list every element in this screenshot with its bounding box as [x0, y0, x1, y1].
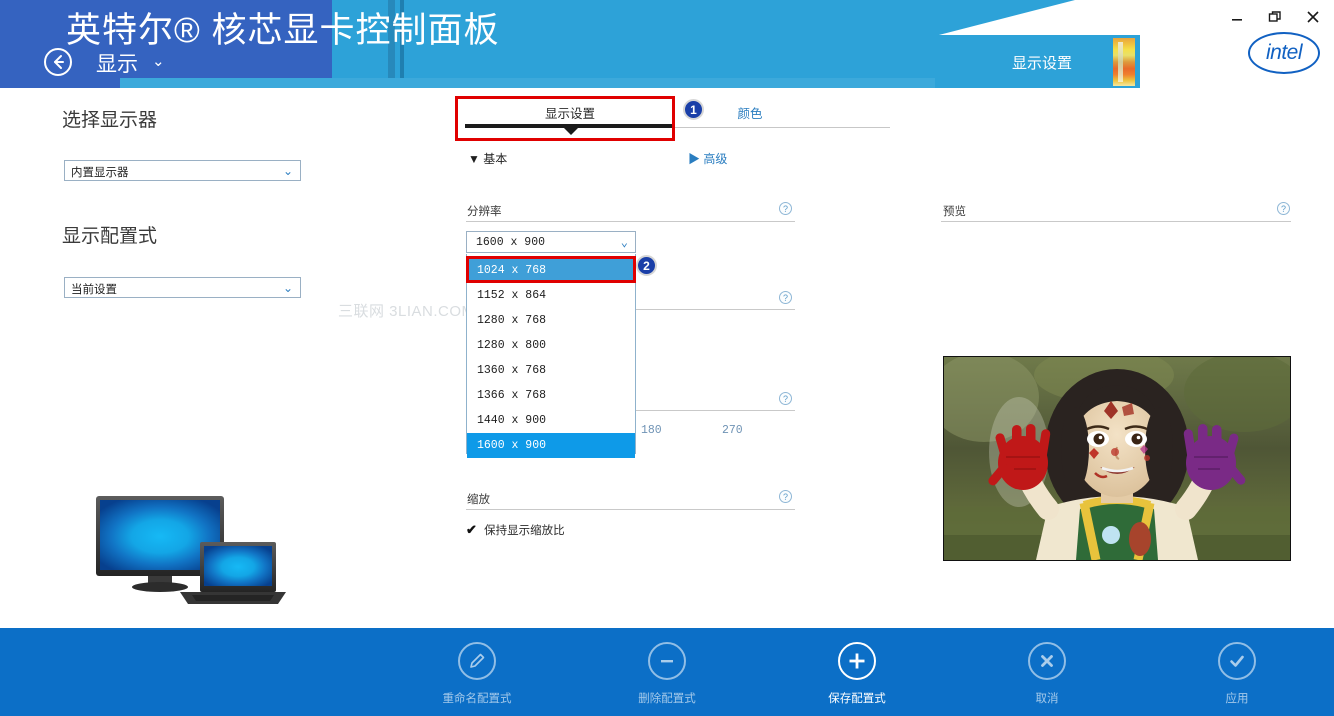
chevron-down-icon[interactable]: ⌄ [152, 52, 165, 70]
toolbar-button-label: 应用 [1225, 693, 1249, 705]
resolution-label: 分辨率 [467, 206, 502, 218]
resolution-option[interactable]: 1440 x 900 [467, 408, 635, 433]
scaling-divider [466, 509, 795, 510]
annotation-marker-2: 2 [636, 255, 657, 276]
window-controls [1226, 6, 1324, 28]
close-icon [1307, 11, 1319, 23]
display-profile-heading: 显示配置式 [62, 226, 158, 247]
toolbar-button-minus[interactable]: 删除配置式 [582, 642, 752, 706]
header-section-label: 显示设置 [1012, 55, 1073, 72]
scaling-label: 缩放 [467, 494, 490, 506]
close-button[interactable] [1302, 6, 1324, 28]
back-arrow-icon [54, 55, 64, 69]
resolution-divider [466, 221, 795, 222]
toolbar-button-plus[interactable]: 保存配置式 [772, 642, 942, 706]
preview-photo-child-painted-hands [944, 357, 1290, 560]
toolbar-button-label: 取消 [1035, 693, 1059, 705]
resolution-option[interactable]: 1024 x 768 [467, 258, 635, 283]
select-display-dropdown[interactable]: 内置显示器 ⌄ [64, 160, 301, 181]
help-icon[interactable]: ? [779, 490, 792, 503]
subtab-advanced[interactable]: ▶ 高级 [688, 150, 727, 167]
main-content: 选择显示器 内置显示器 ⌄ 显示配置式 当前设置 ⌄ 显示设置 颜色 1 ▼ 基… [0, 88, 1334, 628]
preview-image [943, 356, 1291, 561]
pencil-icon [458, 642, 496, 680]
resolution-option[interactable]: 1600 x 900 [467, 433, 635, 458]
restore-icon [1268, 11, 1281, 22]
bottom-toolbar: 重命名配置式 删除配置式 保存配置式 取消 应用 [0, 628, 1334, 716]
monitors-graphic [96, 496, 286, 604]
help-icon[interactable]: ? [779, 392, 792, 405]
preview-divider [941, 221, 1291, 222]
toolbar-button-close[interactable]: 取消 [962, 642, 1132, 706]
display-profile-dropdown[interactable]: 当前设置 ⌄ [64, 277, 301, 298]
resolution-option[interactable]: 1366 x 768 [467, 383, 635, 408]
help-icon[interactable]: ? [1277, 202, 1290, 215]
resolution-dropdown-list[interactable]: 1024 x 768 1152 x 864 1280 x 768 1280 x 800… [466, 254, 636, 458]
rotation-value-180[interactable]: 180 [641, 424, 662, 437]
watermark-text: 三联网 3LIAN.COM [338, 303, 475, 320]
preview-label: 预览 [943, 206, 966, 218]
plus-icon [838, 642, 876, 680]
minimize-button[interactable] [1226, 6, 1248, 28]
tab-active-arrow-icon [563, 127, 579, 135]
resolution-option[interactable]: 1280 x 800 [467, 333, 635, 358]
color-spectrum-highlight [1118, 42, 1123, 82]
chevron-down-icon: ⌄ [282, 164, 293, 178]
resolution-option[interactable]: 1360 x 768 [467, 358, 635, 383]
restore-button[interactable] [1264, 6, 1286, 28]
check-icon: ✔ [466, 522, 477, 537]
minimize-icon [1232, 19, 1242, 21]
display-profile-value: 当前设置 [71, 284, 117, 296]
select-display-value: 内置显示器 [71, 167, 129, 179]
toolbar-button-pencil[interactable]: 重命名配置式 [392, 642, 562, 706]
tab-bar: 显示设置 颜色 [465, 103, 890, 139]
toolbar-button-label: 删除配置式 [638, 693, 696, 705]
resolution-option[interactable]: 1152 x 864 [467, 283, 635, 308]
chevron-down-icon: ⌄ [620, 236, 628, 250]
toolbar-button-label: 重命名配置式 [442, 693, 512, 705]
color-spectrum-decoration [1113, 38, 1135, 86]
keep-aspect-ratio-checkbox[interactable]: ✔ 保持显示缩放比 [466, 522, 565, 538]
keep-aspect-ratio-label: 保持显示缩放比 [484, 525, 565, 537]
resolution-option[interactable]: 1280 x 768 [467, 308, 635, 333]
subtab-basic[interactable]: ▼ 基本 [468, 150, 507, 167]
help-icon[interactable]: ? [779, 202, 792, 215]
monitor-illustration [88, 488, 288, 613]
window-header: 英特尔® 核芯显卡控制面板 显示 ⌄ 显示设置 intel [0, 0, 1334, 88]
page-title: 英特尔® 核芯显卡控制面板 [66, 11, 500, 50]
intel-logo: intel [1248, 32, 1320, 74]
check-icon [1218, 642, 1256, 680]
close-icon [1028, 642, 1066, 680]
resolution-selected-value: 1600 x 900 [476, 236, 546, 249]
chevron-down-icon: ⌄ [282, 281, 293, 295]
resolution-combobox[interactable]: 1600 x 900 ⌄ [466, 231, 636, 253]
nav-breadcrumb-label[interactable]: 显示 [96, 48, 138, 78]
tab-display-settings[interactable]: 显示设置 [465, 103, 675, 122]
minus-icon [648, 642, 686, 680]
help-icon[interactable]: ? [779, 291, 792, 304]
rotation-value-270[interactable]: 270 [722, 424, 743, 437]
header-blue-wedge [935, 0, 1075, 36]
toolbar-button-check[interactable]: 应用 [1152, 642, 1322, 706]
tab-color[interactable]: 颜色 [695, 103, 805, 122]
back-button[interactable] [44, 48, 72, 76]
toolbar-button-label: 保存配置式 [828, 693, 886, 705]
annotation-marker-1: 1 [683, 99, 704, 120]
select-display-heading: 选择显示器 [62, 110, 158, 131]
